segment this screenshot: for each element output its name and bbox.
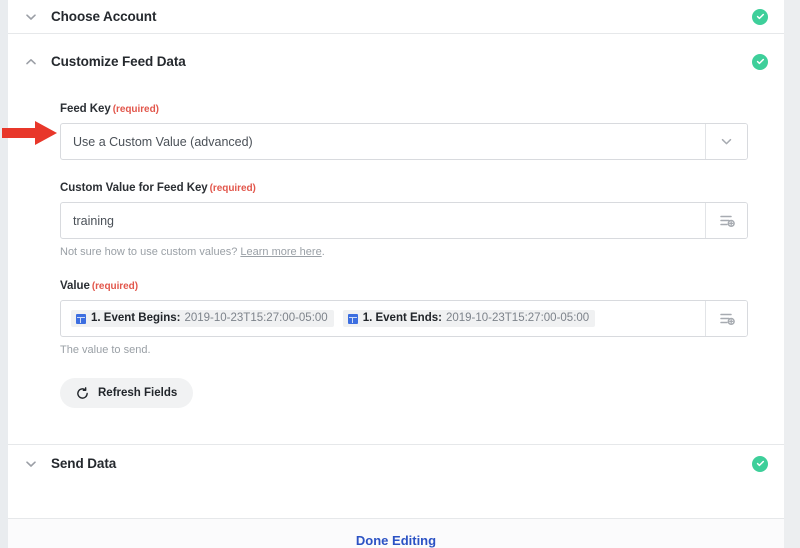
field-token-name: 1. Event Begins: [91, 311, 181, 324]
field-token-value: 2019-10-23T15:27:00-05:00 [184, 311, 328, 324]
value-token-row[interactable]: 1. Event Begins: 2019-10-23T15:27:00-05:… [61, 301, 705, 336]
custom-value-helper: Not sure how to use custom values? Learn… [60, 246, 748, 258]
chevron-down-icon[interactable] [22, 8, 40, 26]
check-circle-icon [752, 53, 768, 70]
label-feed-key: Feed Key (required) [60, 103, 748, 115]
required-marker: (required) [112, 104, 159, 115]
refresh-fields-button[interactable]: Refresh Fields [60, 378, 194, 408]
step-header-customize-feed-data[interactable]: Customize Feed Data [8, 34, 784, 89]
learn-more-link[interactable]: Learn more here [240, 246, 321, 258]
feed-key-select[interactable]: Use a Custom Value (advanced) [60, 123, 748, 160]
label-custom-value-text: Custom Value for Feed Key [60, 182, 208, 194]
label-feed-key-text: Feed Key [60, 103, 111, 115]
customize-feed-data-body: Feed Key (required) Use a Custom Value (a… [8, 89, 784, 434]
chevron-up-icon[interactable] [22, 53, 40, 71]
custom-value-input-group[interactable]: training [60, 202, 748, 239]
calendar-field-icon [347, 313, 358, 324]
zap-editor-panel: Choose Account Customize Feed Data Feed … [8, 0, 784, 548]
check-circle-icon [752, 8, 768, 25]
value-input-group[interactable]: 1. Event Begins: 2019-10-23T15:27:00-05:… [60, 300, 748, 337]
label-value: Value (required) [60, 280, 748, 292]
step-title-choose-account: Choose Account [51, 9, 157, 24]
chevron-down-icon[interactable] [705, 124, 747, 159]
field-block-value: Value (required) 1. Event Begins: 2019-10… [60, 280, 748, 356]
done-editing-button[interactable]: Done Editing [356, 533, 436, 548]
custom-value-input[interactable]: training [61, 203, 705, 238]
label-value-text: Value [60, 280, 90, 292]
refresh-icon [76, 386, 89, 400]
field-block-refresh: Refresh Fields [60, 378, 748, 408]
calendar-field-icon [76, 313, 86, 324]
step-title-send-data: Send Data [51, 456, 117, 471]
field-token[interactable]: 1. Event Begins: 2019-10-23T15:27:00-05:… [71, 309, 334, 328]
helper-prefix: Not sure how to use custom values? [60, 246, 241, 258]
required-marker: (required) [209, 183, 256, 194]
field-block-feed-key: Feed Key (required) Use a Custom Value (a… [60, 103, 748, 160]
step-header-send-data[interactable]: Send Data [8, 445, 784, 482]
chevron-down-icon[interactable] [22, 455, 40, 473]
value-helper: The value to send. [60, 344, 151, 356]
editor-footer: Done Editing [8, 518, 784, 548]
insert-field-icon[interactable] [705, 203, 747, 238]
right-gutter [784, 0, 800, 548]
required-marker: (required) [91, 281, 138, 292]
field-token[interactable]: 1. Event Ends: 2019-10-23T15:27:00-05:00 [342, 309, 596, 328]
label-custom-value: Custom Value for Feed Key (required) [60, 182, 748, 194]
check-circle-icon [752, 455, 768, 472]
insert-field-icon[interactable] [705, 301, 747, 336]
field-token-value: 2019-10-23T15:27:00-05:00 [445, 311, 590, 324]
feed-key-selected-value[interactable]: Use a Custom Value (advanced) [61, 124, 705, 159]
helper-suffix: . [321, 246, 325, 258]
refresh-fields-label: Refresh Fields [98, 387, 178, 399]
step-header-choose-account[interactable]: Choose Account [8, 0, 784, 33]
field-token-name: 1. Event Ends: [362, 311, 442, 324]
field-block-custom-value: Custom Value for Feed Key (required) trai… [60, 182, 748, 258]
step-title-customize-feed-data: Customize Feed Data [51, 54, 186, 69]
